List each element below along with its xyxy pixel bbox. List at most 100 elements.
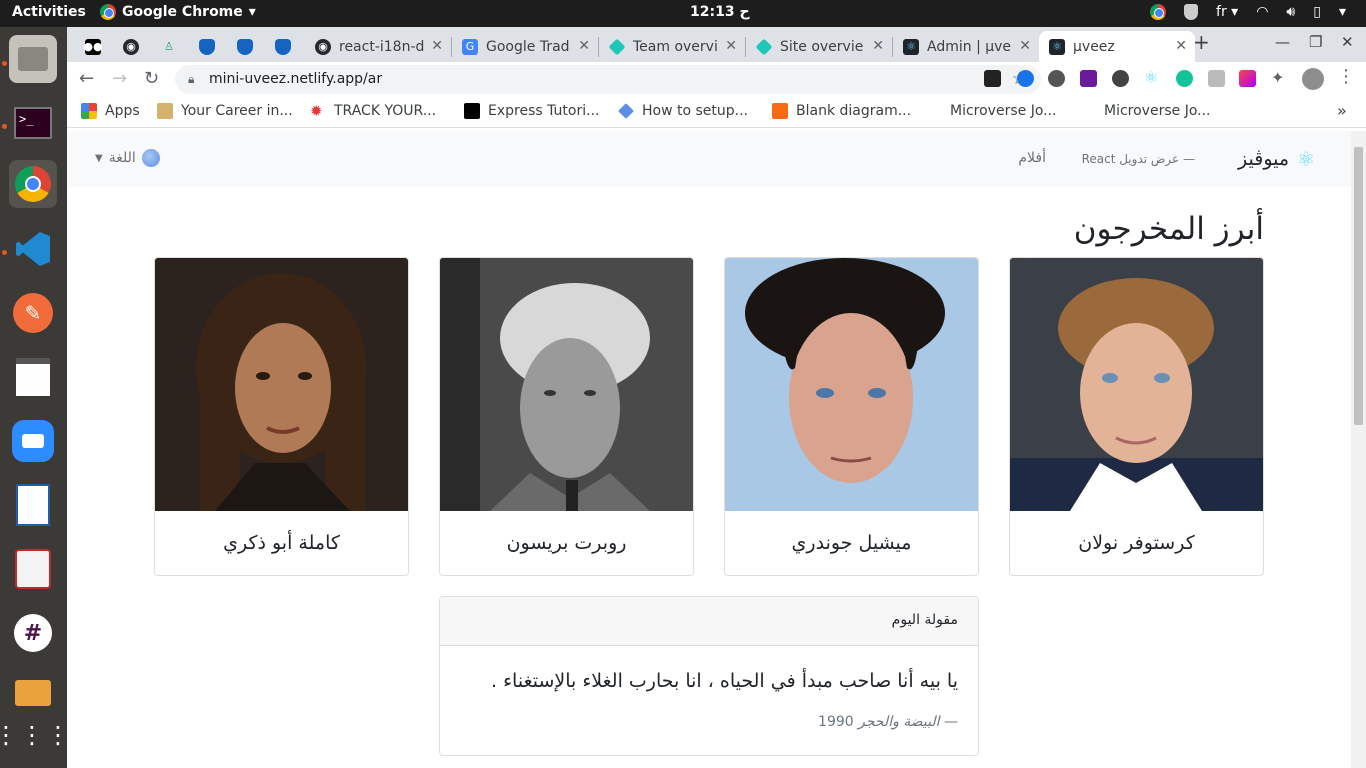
- dock: >_ ✎ # ⋮⋮⋮: [0, 27, 70, 768]
- quote-header: مقولة اليوم: [440, 597, 978, 646]
- postman-icon[interactable]: ✎: [9, 289, 57, 337]
- extension-colorful-icon[interactable]: [1239, 70, 1256, 87]
- github-icon: ◉: [315, 38, 331, 55]
- director-name: كرستوفر نولان: [1078, 532, 1195, 554]
- wifi-icon[interactable]: ◠: [1256, 4, 1268, 20]
- director-card[interactable]: كرستوفر نولان: [1009, 257, 1264, 576]
- shield-tray-icon[interactable]: [1184, 4, 1199, 20]
- director-card[interactable]: كاملة أبو ذكري: [154, 257, 409, 576]
- activities-button[interactable]: Activities: [12, 4, 86, 20]
- running-indicator: [2, 61, 7, 66]
- web-page: ⚛ ميوڤيز — عرض تدويل React أفلام اللغة ▼…: [67, 131, 1351, 768]
- tab-uveez[interactable]: ⚛ μveez ✕: [1039, 31, 1195, 62]
- director-card[interactable]: ميشيل جوندري: [724, 257, 979, 576]
- avatar[interactable]: [1302, 68, 1324, 90]
- director-photo: [440, 258, 693, 511]
- tab-pinned-5[interactable]: [227, 31, 257, 62]
- clock[interactable]: ح 12:13: [690, 4, 750, 20]
- minimize-button[interactable]: —: [1275, 33, 1290, 51]
- director-name: روبرت بريسون: [506, 532, 627, 554]
- bookmark-label: Microverse Jo...: [1104, 103, 1211, 119]
- lock-icon[interactable]: 🔒︎: [188, 65, 194, 94]
- tab-title: Google Trad: [486, 38, 570, 55]
- extension-gray-icon[interactable]: [1208, 70, 1225, 87]
- close-icon[interactable]: ✕: [1175, 38, 1187, 54]
- chevron-right-icon[interactable]: »: [1337, 101, 1347, 120]
- keyboard-layout-indicator[interactable]: fr ▾: [1216, 4, 1238, 20]
- bookmark-setup[interactable]: How to setup...: [618, 103, 748, 119]
- site-navbar: ⚛ ميوڤيز — عرض تدويل React أفلام اللغة ▼: [67, 131, 1351, 187]
- battery-icon[interactable]: ▯: [1313, 4, 1321, 20]
- tab-team-overview[interactable]: Team overvi ✕: [599, 31, 745, 62]
- close-icon[interactable]: ✕: [872, 38, 884, 54]
- react-devtools-icon[interactable]: ⚛: [1144, 68, 1161, 87]
- reload-icon[interactable]: ↻: [144, 68, 159, 89]
- medium-icon: ●●: [83, 38, 103, 55]
- system-tray[interactable]: fr ▾ ◠ 🔊︎ ▯ ▾: [1150, 4, 1346, 20]
- volume-icon[interactable]: 🔊︎: [1286, 4, 1295, 20]
- slack-icon[interactable]: #: [9, 609, 57, 657]
- show-apps-icon[interactable]: ⋮⋮⋮: [0, 711, 70, 759]
- director-photo: [1010, 258, 1263, 511]
- grammarly-icon[interactable]: [1176, 70, 1193, 87]
- forward-arrow-icon[interactable]: →: [112, 68, 127, 89]
- bookmark-career[interactable]: Your Career in...: [157, 103, 293, 119]
- brand[interactable]: ⚛ ميوڤيز: [1238, 147, 1315, 171]
- address-bar[interactable]: 🔒︎ mini-uveez.netlify.app/ar ☆: [175, 65, 1041, 94]
- maximize-button[interactable]: ❐: [1309, 33, 1322, 51]
- tab-react-i18n[interactable]: ◉ react-i18n-d ✕: [305, 31, 451, 62]
- scrollbar-thumb[interactable]: [1354, 147, 1363, 425]
- new-tab-button[interactable]: +: [1193, 30, 1210, 54]
- apple-icon[interactable]: [1112, 70, 1129, 87]
- puzzle-icon[interactable]: ✦: [1271, 68, 1288, 87]
- files-icon[interactable]: [9, 35, 57, 83]
- vscode-icon[interactable]: [9, 225, 57, 273]
- extension-c-icon[interactable]: [1017, 70, 1034, 87]
- folder-icon[interactable]: [9, 669, 57, 717]
- tab-pinned-1[interactable]: ●●: [75, 31, 105, 62]
- chrome-tray-icon[interactable]: [1150, 4, 1167, 20]
- close-icon[interactable]: ✕: [725, 38, 737, 54]
- tab-site-overview[interactable]: Site overvie ✕: [746, 31, 892, 62]
- tab-pinned-3[interactable]: ♙: [151, 31, 181, 62]
- page-scrollbar[interactable]: [1351, 131, 1366, 768]
- shield-icon: [237, 38, 253, 55]
- tab-admin-uveez[interactable]: ⚛ Admin | μve ✕: [893, 31, 1039, 62]
- bookmark-track[interactable]: ✹ TRACK YOUR...: [310, 103, 436, 119]
- quote-text: يا بيه أنا صاحب مبدأ في الحياه ، انا بحا…: [491, 670, 958, 692]
- bookmark-label: How to setup...: [642, 103, 749, 119]
- qr-code-icon[interactable]: [984, 70, 1001, 87]
- close-icon[interactable]: ✕: [431, 38, 443, 54]
- bookmark-diagram[interactable]: Blank diagram...: [772, 103, 911, 119]
- close-window-button[interactable]: ✕: [1341, 33, 1354, 51]
- bookmark-microverse-1[interactable]: Microverse Jo...: [950, 103, 1057, 119]
- language-dropdown[interactable]: اللغة ▼: [95, 149, 160, 167]
- bookmark-express[interactable]: Express Tutori...: [464, 103, 599, 119]
- bookmark-microverse-2[interactable]: Microverse Jo...: [1104, 103, 1211, 119]
- lucidchart-icon: [772, 103, 788, 119]
- chevron-down-icon[interactable]: ▾: [1339, 4, 1346, 20]
- director-name: كاملة أبو ذكري: [223, 532, 340, 554]
- nav-link-movies[interactable]: أفلام: [1018, 150, 1046, 166]
- quote-source: — البيضة والحجر: [858, 714, 958, 730]
- app-menu[interactable]: Google Chrome ▾: [100, 4, 256, 20]
- document-viewer-icon[interactable]: [9, 545, 57, 593]
- text-editor-icon[interactable]: [9, 353, 57, 401]
- tab-pinned-6[interactable]: [265, 31, 295, 62]
- chrome-icon[interactable]: [9, 160, 57, 208]
- bug-icon[interactable]: [1048, 70, 1065, 87]
- tab-pinned-2[interactable]: ◉: [113, 31, 143, 62]
- tab-google-translate[interactable]: G Google Trad ✕: [452, 31, 598, 62]
- terminal-icon[interactable]: >_: [9, 99, 57, 147]
- kebab-menu-icon[interactable]: ⋮: [1337, 66, 1355, 87]
- tab-pinned-4[interactable]: [189, 31, 219, 62]
- back-arrow-icon[interactable]: ←: [79, 68, 94, 89]
- close-icon[interactable]: ✕: [578, 38, 590, 54]
- close-icon[interactable]: ✕: [1019, 38, 1031, 54]
- maple-leaf-icon: ✹: [310, 102, 323, 120]
- director-card[interactable]: روبرت بريسون: [439, 257, 694, 576]
- zoom-icon[interactable]: [9, 417, 57, 465]
- eyedropper-icon[interactable]: [1080, 70, 1097, 87]
- bookmark-apps[interactable]: Apps: [81, 103, 140, 119]
- libreoffice-writer-icon[interactable]: [9, 481, 57, 529]
